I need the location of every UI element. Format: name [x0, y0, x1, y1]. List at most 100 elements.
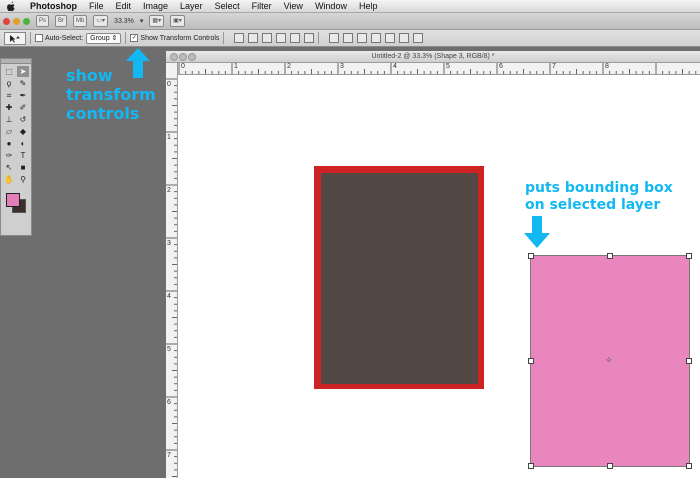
auto-select-value: Group	[90, 34, 110, 42]
transform-handle-bottom-left[interactable]	[528, 463, 534, 469]
history-brush-tool-icon[interactable]: ↺	[17, 114, 29, 125]
transform-handle-top-right[interactable]	[686, 253, 692, 259]
doc-close-button[interactable]	[170, 53, 178, 61]
ruler-ticks	[166, 78, 177, 477]
arrange-documents-button[interactable]: ▦▾	[149, 15, 165, 27]
align-right-icon[interactable]	[304, 33, 315, 43]
ruler-number: 4	[393, 63, 397, 70]
distribute-left-icon[interactable]	[371, 33, 382, 43]
eraser-tool-icon[interactable]: ▱	[3, 126, 15, 137]
lasso-tool-icon[interactable]: ϙ	[3, 78, 15, 89]
crop-tool-icon[interactable]: ⌗	[3, 90, 15, 101]
ruler-number: 3	[167, 240, 171, 247]
zoom-tool-icon[interactable]: ⚲	[17, 174, 29, 185]
align-bottom-icon[interactable]	[262, 33, 273, 43]
distribute-vertical-center-icon[interactable]	[343, 33, 354, 43]
menu-help[interactable]: Help	[353, 0, 384, 12]
auto-align-layers-icon[interactable]	[413, 33, 424, 43]
options-bar: Auto-Select: Group ⇕ ✓ Show Transform Co…	[0, 30, 700, 47]
screen-mode-button[interactable]: ▣▾	[170, 15, 185, 27]
distribute-bottom-icon[interactable]	[357, 33, 368, 43]
menu-layer[interactable]: Layer	[174, 0, 209, 12]
show-transform-controls-checkbox[interactable]: ✓ Show Transform Controls	[130, 34, 219, 42]
ruler-number: 6	[499, 63, 503, 70]
shape-layer-3-selected[interactable]: ✧	[528, 253, 692, 469]
path-selection-tool-icon[interactable]: ↖	[3, 162, 15, 173]
menu-view[interactable]: View	[278, 0, 309, 12]
ruler-ticks	[178, 63, 697, 74]
menu-select[interactable]: Select	[209, 0, 246, 12]
pen-tool-icon[interactable]: ✑	[3, 150, 15, 161]
menu-window[interactable]: Window	[309, 0, 353, 12]
distribute-right-icon[interactable]	[399, 33, 410, 43]
move-tool-icon[interactable]: ➤	[17, 66, 29, 77]
healing-brush-tool-icon[interactable]: ✚	[3, 102, 15, 113]
zoom-window-button[interactable]	[23, 17, 30, 25]
divider	[30, 32, 31, 44]
menu-file[interactable]: File	[83, 0, 110, 12]
menu-filter[interactable]: Filter	[246, 0, 278, 12]
tools-panel: ⬚ ➤ ϙ ✎ ⌗ ✒ ✚ ✐ ⊥ ↺ ▱ ◆ ● ◐ ✑ T ↖ ■ ✋ ⚲	[0, 58, 32, 236]
distribute-horizontal-center-icon[interactable]	[385, 33, 396, 43]
shape-layer-1-fill[interactable]	[321, 173, 478, 384]
ruler-number: 6	[167, 399, 171, 406]
hand-tool-icon[interactable]: ✋	[3, 174, 15, 185]
ruler-number: 2	[167, 187, 171, 194]
tool-preset-picker[interactable]	[4, 31, 26, 45]
menu-photoshop[interactable]: Photoshop	[24, 0, 83, 12]
document-title: Untitled-2 @ 33.3% (Shape 3, RGB/8) *	[371, 53, 495, 60]
zoom-chevron-icon[interactable]: ▾	[140, 17, 144, 25]
zoom-level-select[interactable]: 33.3%	[114, 18, 134, 25]
transform-handle-right[interactable]	[686, 358, 692, 364]
transform-handle-top-left[interactable]	[528, 253, 534, 259]
eyedropper-tool-icon[interactable]: ✒	[17, 90, 29, 101]
down-arrow-icon	[524, 216, 550, 248]
marquee-tool-icon[interactable]: ⬚	[3, 66, 15, 77]
document-title-bar: Untitled-2 @ 33.3% (Shape 3, RGB/8) *	[166, 51, 700, 63]
apple-icon[interactable]	[6, 1, 16, 11]
menu-image[interactable]: Image	[137, 0, 174, 12]
view-extras-button[interactable]: ▭▾	[93, 15, 109, 27]
brush-tool-icon[interactable]: ✐	[17, 102, 29, 113]
transform-handle-bottom-right[interactable]	[686, 463, 692, 469]
blur-tool-icon[interactable]: ●	[3, 138, 15, 149]
checkmark-icon[interactable]: ✓	[130, 34, 139, 42]
shape-tool-icon[interactable]: ■	[17, 162, 29, 173]
horizontal-ruler[interactable]: 0 1 2 3 4 5 6 7 8	[177, 63, 700, 75]
align-left-icon[interactable]	[276, 33, 287, 43]
ruler-number: 3	[340, 63, 344, 70]
transform-handle-left[interactable]	[528, 358, 534, 364]
menu-edit[interactable]: Edit	[110, 0, 138, 12]
annotation-line: puts bounding box	[525, 180, 673, 196]
transform-handle-top[interactable]	[607, 253, 613, 259]
ruler-number: 5	[446, 63, 450, 70]
doc-zoom-button[interactable]	[188, 53, 196, 61]
vertical-ruler[interactable]: 01234567	[166, 63, 178, 478]
photoshop-icon[interactable]: Ps	[36, 15, 50, 27]
align-vertical-center-icon[interactable]	[248, 33, 259, 43]
auto-select-dropdown[interactable]: Group ⇕	[86, 32, 122, 44]
clone-stamp-tool-icon[interactable]: ⊥	[3, 114, 15, 125]
show-transform-controls-label: Show Transform Controls	[140, 34, 220, 42]
foreground-color-swatch[interactable]	[6, 193, 20, 207]
ruler-number: 7	[167, 452, 171, 459]
doc-minimize-button[interactable]	[179, 53, 187, 61]
menu-bar: Photoshop File Edit Image Layer Select F…	[0, 0, 700, 13]
annotation-bounding-box: puts bounding box on selected layer	[525, 180, 700, 214]
minimize-window-button[interactable]	[13, 17, 20, 25]
close-window-button[interactable]	[3, 17, 10, 25]
type-tool-icon[interactable]: T	[17, 150, 29, 161]
transform-handle-bottom[interactable]	[607, 463, 613, 469]
align-top-icon[interactable]	[234, 33, 245, 43]
paint-bucket-tool-icon[interactable]: ◆	[17, 126, 29, 137]
transform-center-icon[interactable]: ✧	[605, 356, 613, 365]
mini-bridge-button[interactable]: Mb	[73, 15, 88, 27]
checkbox-icon[interactable]	[35, 34, 43, 42]
auto-select-checkbox[interactable]: Auto-Select:	[35, 34, 83, 42]
dodge-tool-icon[interactable]: ◐	[17, 138, 29, 149]
distribute-top-icon[interactable]	[329, 33, 340, 43]
quick-selection-tool-icon[interactable]: ✎	[17, 78, 29, 89]
bridge-button[interactable]: Br	[55, 15, 68, 27]
align-horizontal-center-icon[interactable]	[290, 33, 301, 43]
ruler-number: 1	[234, 63, 238, 70]
